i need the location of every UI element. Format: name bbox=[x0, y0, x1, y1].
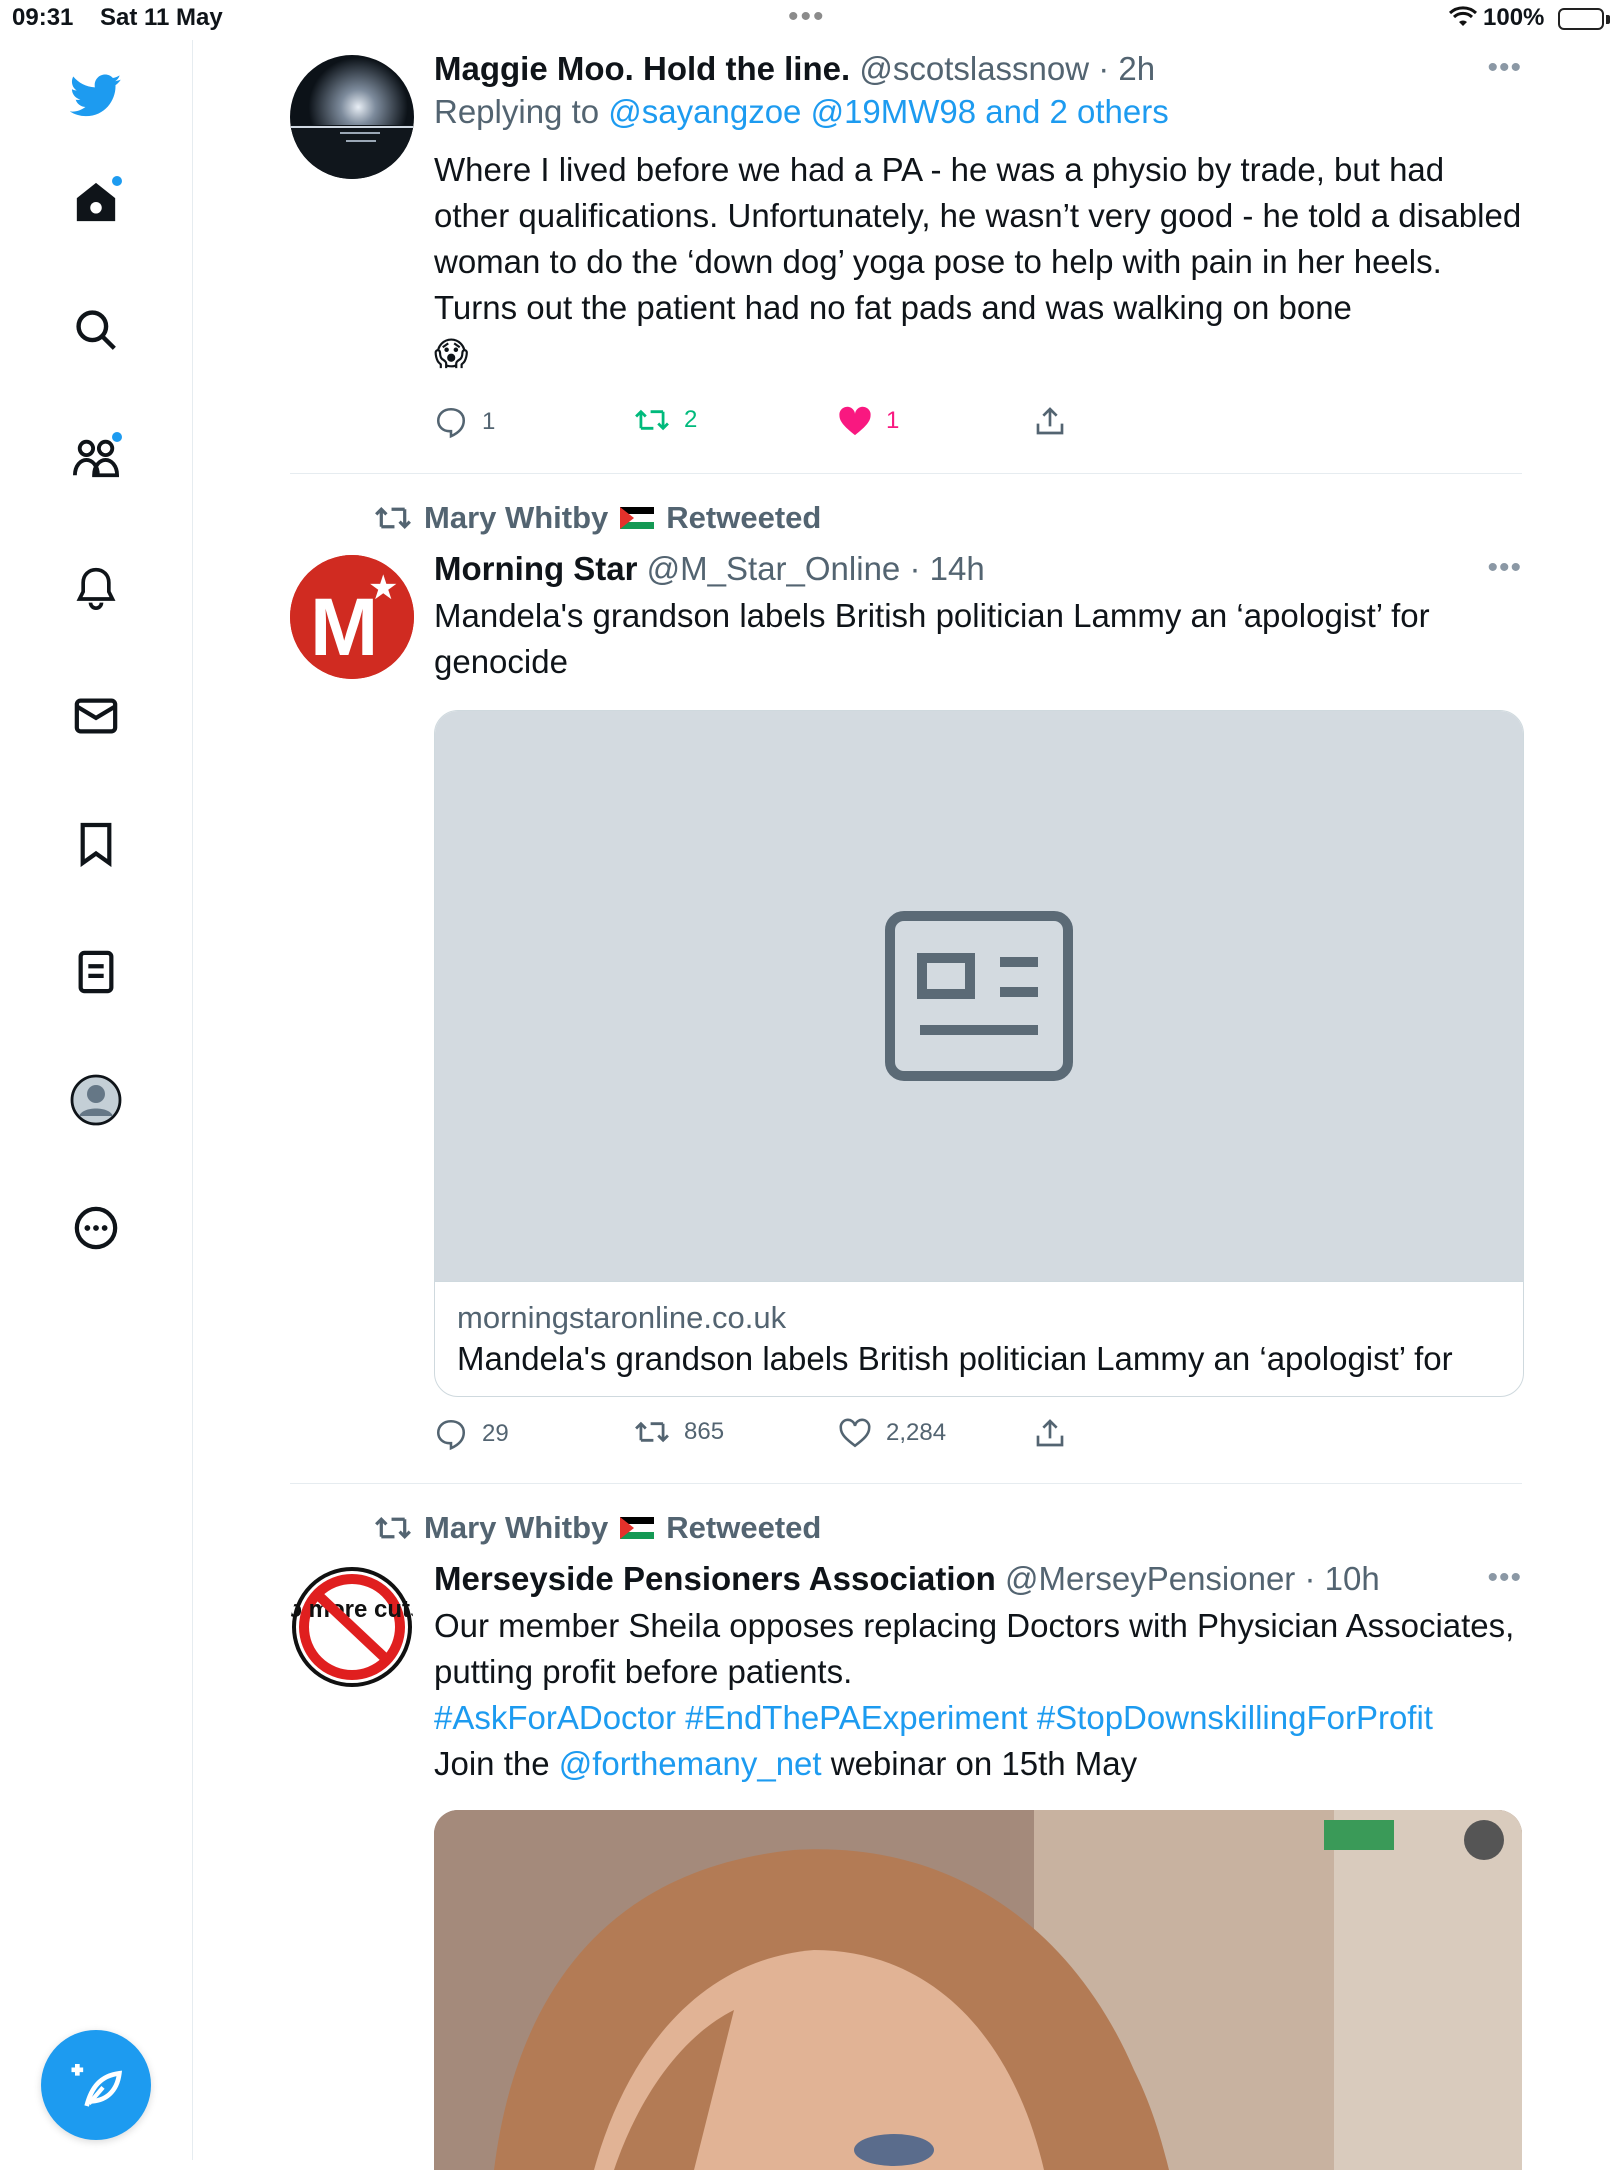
tweet-text: Mandela's grandson labels British politi… bbox=[434, 597, 1430, 680]
hashtags-link[interactable]: #AskForADoctor #EndThePAExperiment #Stop… bbox=[434, 1699, 1433, 1736]
retweeted-by-line[interactable]: Mary Whitby Retweeted bbox=[374, 1510, 821, 1546]
avatar[interactable]: no more cuts! bbox=[290, 1565, 414, 1689]
avatar[interactable] bbox=[290, 55, 414, 179]
replying-to: Replying to @sayangzoe @19MW98 and 2 oth… bbox=[434, 93, 1169, 130]
link-card-image-placeholder bbox=[435, 711, 1523, 1282]
display-name[interactable]: Morning Star bbox=[434, 550, 638, 587]
home-notification-dot bbox=[112, 176, 122, 186]
compose-feather-icon bbox=[71, 2064, 123, 2107]
photo-woman-portrait bbox=[434, 1810, 1522, 2170]
more-options-icon[interactable] bbox=[64, 1196, 128, 1260]
share-button[interactable] bbox=[1034, 1417, 1066, 1449]
communities-notification-dot bbox=[112, 432, 122, 442]
wifi-icon bbox=[1448, 6, 1478, 35]
retweeter-name[interactable]: Mary Whitby bbox=[424, 500, 608, 536]
sidebar bbox=[0, 40, 193, 2160]
search-icon[interactable] bbox=[64, 298, 128, 362]
avatar[interactable]: M ★ bbox=[290, 555, 414, 679]
retweet-count: 865 bbox=[684, 1418, 725, 1445]
username[interactable]: @MerseyPensioner bbox=[1005, 1560, 1295, 1597]
tweet[interactable]: no more cuts! Merseyside Pensioners Asso… bbox=[290, 1560, 1522, 2170]
retweeted-by-line[interactable]: Mary Whitby Retweeted bbox=[374, 500, 821, 536]
timestamp[interactable]: 10h bbox=[1325, 1560, 1380, 1597]
notifications-bell-icon[interactable] bbox=[64, 556, 128, 620]
battery-icon bbox=[1558, 8, 1604, 30]
multitasking-dots-icon[interactable]: ••• bbox=[788, 0, 826, 34]
retweet-icon bbox=[635, 409, 669, 431]
replying-to-users-link[interactable]: @sayangzoe @19MW98 and 2 others bbox=[608, 93, 1168, 130]
link-card[interactable]: morningstaronline.co.uk Mandela's grands… bbox=[434, 710, 1524, 1397]
avatar-text: no more cuts! bbox=[290, 1596, 414, 1623]
heart-filled-icon bbox=[839, 406, 871, 436]
tweet-text: Where I lived before we had a PA - he wa… bbox=[434, 151, 1522, 372]
tweet-header: Merseyside Pensioners Association @Merse… bbox=[434, 1560, 1380, 1597]
reply-button[interactable]: 29 bbox=[434, 1417, 509, 1451]
retweet-count: 2 bbox=[684, 406, 698, 433]
retweet-button[interactable]: 2 bbox=[634, 405, 697, 435]
tweet[interactable]: M ★ Morning Star @M_Star_Online · 14h •••… bbox=[290, 550, 1524, 1475]
link-card-domain: morningstaronline.co.uk bbox=[457, 1300, 787, 1335]
article-icon bbox=[885, 911, 1073, 1081]
reply-count: 29 bbox=[482, 1420, 509, 1447]
bookmarks-icon[interactable] bbox=[64, 812, 128, 876]
divider bbox=[290, 1483, 1522, 1484]
status-time: 09:31 bbox=[12, 4, 74, 31]
tweet-more-icon[interactable]: ••• bbox=[1487, 551, 1522, 585]
timestamp[interactable]: 2h bbox=[1118, 50, 1155, 87]
tweet-actions: 1 2 1 bbox=[434, 405, 1134, 445]
tweet-photo[interactable] bbox=[434, 1810, 1522, 2170]
palestine-flag-icon bbox=[620, 1517, 655, 1539]
reply-count: 1 bbox=[482, 408, 496, 435]
messages-envelope-icon[interactable] bbox=[64, 684, 128, 748]
lists-icon[interactable] bbox=[64, 940, 128, 1004]
tweet[interactable]: Maggie Moo. Hold the line. @scotslassnow… bbox=[290, 50, 1522, 455]
retweet-button[interactable]: 865 bbox=[634, 1417, 724, 1447]
scream-emoji: 😱 bbox=[434, 335, 469, 372]
share-icon bbox=[1036, 1419, 1064, 1447]
retweet-small-icon bbox=[375, 1516, 411, 1540]
retweeted-label: Retweeted bbox=[666, 500, 822, 535]
like-button[interactable]: 2,284 bbox=[838, 1417, 946, 1449]
mention-link[interactable]: @forthemany_net bbox=[559, 1745, 822, 1782]
profile-avatar-icon[interactable] bbox=[64, 1068, 128, 1132]
tweet-header: Morning Star @M_Star_Online · 14h bbox=[434, 550, 985, 587]
heart-outline-icon bbox=[839, 1418, 871, 1448]
retweet-small-icon bbox=[375, 506, 411, 530]
display-name[interactable]: Merseyside Pensioners Association bbox=[434, 1560, 996, 1597]
link-card-title: Mandela's grandson labels British politi… bbox=[457, 1340, 1453, 1377]
status-bar: 09:31 Sat 11 May ••• 100% bbox=[0, 0, 1620, 40]
palestine-flag-icon bbox=[620, 507, 655, 529]
reply-icon bbox=[436, 1419, 466, 1451]
communities-icon[interactable] bbox=[64, 426, 128, 490]
tweet-header: Maggie Moo. Hold the line. @scotslassnow… bbox=[434, 50, 1156, 87]
tweet-more-icon[interactable]: ••• bbox=[1487, 1561, 1522, 1595]
retweeted-label: Retweeted bbox=[666, 1510, 822, 1545]
share-button[interactable] bbox=[1034, 405, 1066, 437]
divider bbox=[290, 473, 1522, 474]
reply-icon bbox=[436, 407, 466, 439]
timestamp[interactable]: 14h bbox=[930, 550, 985, 587]
tweet-text: Our member Sheila opposes replacing Doct… bbox=[434, 1607, 1515, 1782]
like-button[interactable]: 1 bbox=[838, 405, 899, 437]
like-count: 1 bbox=[886, 407, 900, 434]
tweet-actions: 29 865 2,284 bbox=[434, 1417, 1134, 1457]
like-count: 2,284 bbox=[886, 1419, 947, 1446]
compose-tweet-button[interactable] bbox=[41, 2030, 151, 2140]
home-icon[interactable] bbox=[64, 170, 128, 234]
username[interactable]: @scotslassnow bbox=[859, 50, 1089, 87]
status-date: Sat 11 May bbox=[100, 4, 223, 31]
battery-percent: 100% bbox=[1483, 4, 1545, 31]
twitter-logo-icon[interactable] bbox=[64, 64, 128, 128]
share-icon bbox=[1036, 407, 1064, 435]
display-name[interactable]: Maggie Moo. Hold the line. bbox=[434, 50, 850, 87]
reply-button[interactable]: 1 bbox=[434, 405, 495, 439]
svg-text:★: ★ bbox=[368, 569, 398, 607]
username[interactable]: @M_Star_Online bbox=[647, 550, 901, 587]
retweeter-name[interactable]: Mary Whitby bbox=[424, 1510, 608, 1546]
retweet-icon bbox=[635, 1421, 669, 1443]
tweet-more-icon[interactable]: ••• bbox=[1487, 51, 1522, 85]
